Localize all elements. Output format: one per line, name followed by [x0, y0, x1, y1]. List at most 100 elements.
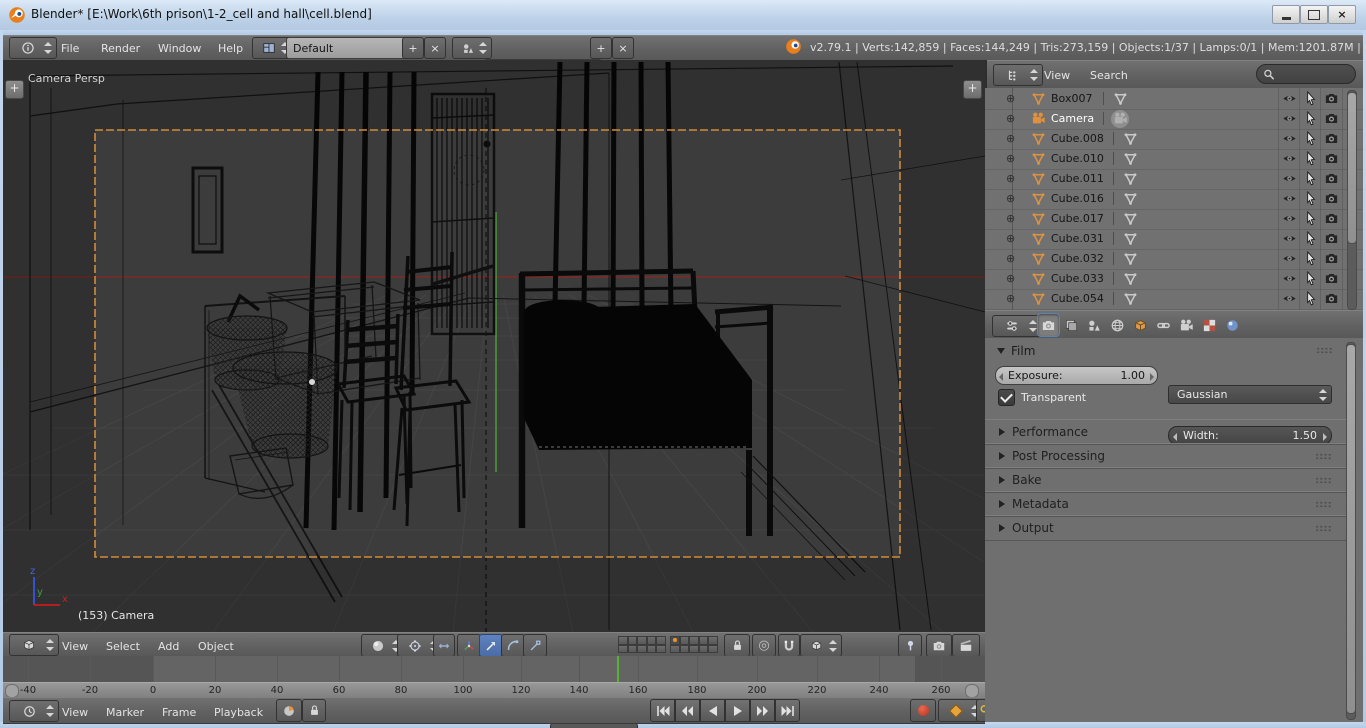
eye-icon[interactable] [1282, 271, 1297, 286]
menu-window[interactable]: Window [152, 39, 207, 58]
opengl-render-anim-button[interactable] [952, 634, 980, 657]
timeline-ruler[interactable]: -40 -20 0 20 40 60 80 100 120 140 160 18… [3, 682, 985, 698]
scene-icon-button[interactable] [452, 37, 492, 59]
cursor-icon[interactable] [1303, 111, 1318, 126]
menu-outliner-view[interactable]: View [1038, 66, 1076, 85]
eye-icon[interactable] [1282, 91, 1297, 106]
expand-icon[interactable]: ⊕ [1006, 272, 1015, 285]
cursor-icon[interactable] [1303, 131, 1318, 146]
camera-render-icon[interactable] [1324, 191, 1339, 206]
layers-grid-1[interactable] [618, 636, 666, 653]
menu-file[interactable]: File [55, 39, 85, 58]
prev-keyframe-button[interactable] [675, 699, 700, 722]
play-reverse-button[interactable] [700, 699, 725, 722]
toolshelf-expand-button[interactable]: + [5, 80, 24, 99]
outliner-search-box[interactable] [1256, 64, 1356, 84]
editor-type-timeline-button[interactable] [9, 700, 59, 722]
tab-world[interactable] [1107, 314, 1128, 336]
camera-render-icon[interactable] [1324, 211, 1339, 226]
manipulate-center-points-toggle[interactable] [433, 634, 455, 657]
tab-physics[interactable] [1222, 314, 1243, 336]
expand-icon[interactable]: ⊕ [1006, 232, 1015, 245]
expand-icon[interactable]: ⊕ [1006, 112, 1015, 125]
outliner-item-cube008[interactable]: ⊕ Cube.008 [985, 129, 1363, 150]
menu-view3d-view[interactable]: View [56, 637, 94, 656]
eye-icon[interactable] [1282, 291, 1297, 306]
filter-type-dropdown[interactable]: Gaussian [1168, 385, 1332, 404]
expand-icon[interactable]: ⊕ [1006, 212, 1015, 225]
expand-icon[interactable]: ⊕ [1006, 152, 1015, 165]
add-layout-button[interactable]: + [402, 37, 424, 59]
menu-view3d-add[interactable]: Add [152, 637, 185, 656]
manipulator-scale-toggle[interactable] [523, 634, 547, 657]
menu-outliner-search[interactable]: Search [1084, 66, 1134, 85]
camera-render-icon[interactable] [1324, 151, 1339, 166]
outliner-item-cube054[interactable]: ⊕ Cube.054 [985, 289, 1363, 310]
editor-type-3dview-button[interactable] [9, 634, 59, 656]
delete-layout-button[interactable]: × [424, 37, 446, 59]
tab-render-layers[interactable] [1061, 314, 1082, 336]
delete-scene-button[interactable]: × [612, 37, 634, 59]
camera-render-icon[interactable] [1324, 271, 1339, 286]
expand-icon[interactable]: ⊕ [1006, 92, 1015, 105]
play-button[interactable] [725, 699, 750, 722]
tab-constraints[interactable] [1153, 314, 1174, 336]
sidebar-expand-button[interactable]: + [963, 80, 982, 99]
lock-to-scene-toggle[interactable] [724, 634, 750, 657]
lock-time-toggle[interactable] [302, 699, 326, 722]
tab-object[interactable] [1130, 314, 1151, 336]
manipulator-rotate-toggle[interactable] [501, 634, 525, 657]
panel-post-processing[interactable]: Post Processing [985, 443, 1346, 469]
camera-render-icon[interactable] [1324, 111, 1339, 126]
jump-to-end-button[interactable] [775, 699, 800, 722]
expand-icon[interactable]: ⊕ [1006, 192, 1015, 205]
panel-output[interactable]: Output [985, 515, 1346, 541]
auto-keyframe-record-button[interactable] [910, 699, 936, 722]
eye-icon[interactable] [1282, 131, 1297, 146]
panel-drag-grip[interactable] [1315, 452, 1332, 460]
expand-icon[interactable]: ⊕ [1006, 172, 1015, 185]
eye-icon[interactable] [1282, 191, 1297, 206]
jump-to-start-button[interactable] [650, 699, 675, 722]
current-frame-indicator[interactable] [617, 656, 619, 682]
outliner-item-cube031[interactable]: ⊕ Cube.031 [985, 229, 1363, 250]
add-scene-button[interactable]: + [590, 37, 612, 59]
film-panel-header[interactable]: Film [997, 344, 1035, 358]
viewport-3d[interactable]: Camera Persp (153) Camera z y x [3, 60, 986, 632]
snap-peel-toggle[interactable] [898, 634, 922, 657]
editor-type-info-button[interactable] [9, 37, 57, 59]
layers-grid-2[interactable] [670, 636, 718, 653]
screen-layout-field[interactable]: Default [286, 37, 414, 59]
panel-drag-grip[interactable] [1315, 476, 1332, 484]
camera-render-icon[interactable] [1324, 291, 1339, 306]
outliner-item-box007[interactable]: ⊕ Box007 [985, 89, 1363, 110]
panel-bake[interactable]: Bake [985, 467, 1346, 493]
eye-icon[interactable] [1282, 151, 1297, 166]
camera-render-icon[interactable] [1324, 91, 1339, 106]
expand-icon[interactable]: ⊕ [1006, 292, 1015, 305]
tab-object-data[interactable] [1176, 314, 1197, 336]
camera-render-icon[interactable] [1324, 171, 1339, 186]
menu-help[interactable]: Help [212, 39, 249, 58]
title-bar[interactable]: Blender* [E:\Work\6th prison\1-2_cell an… [0, 0, 1366, 31]
camera-render-icon[interactable] [1324, 251, 1339, 266]
menu-view3d-select[interactable]: Select [100, 637, 146, 656]
cursor-icon[interactable] [1303, 291, 1318, 306]
search-input[interactable] [1275, 67, 1349, 81]
transparent-checkbox[interactable] [998, 389, 1015, 406]
snap-element-dropdown[interactable] [800, 634, 842, 657]
editor-type-properties-button[interactable] [992, 315, 1042, 337]
eye-icon[interactable] [1282, 211, 1297, 226]
panel-performance[interactable]: Performance [985, 419, 1346, 445]
camera-render-icon[interactable] [1324, 131, 1339, 146]
outliner-item-cube011[interactable]: ⊕ Cube.011 [985, 169, 1363, 190]
tab-texture[interactable] [1199, 314, 1220, 336]
cursor-icon[interactable] [1303, 251, 1318, 266]
menu-timeline-frame[interactable]: Frame [156, 703, 202, 722]
panel-drag-grip[interactable] [1315, 428, 1332, 436]
menu-render[interactable]: Render [95, 39, 146, 58]
menu-timeline-view[interactable]: View [56, 703, 94, 722]
opengl-render-button[interactable] [926, 634, 952, 657]
panel-drag-grip[interactable] [1315, 524, 1332, 532]
panel-drag-grip[interactable] [1315, 500, 1332, 508]
